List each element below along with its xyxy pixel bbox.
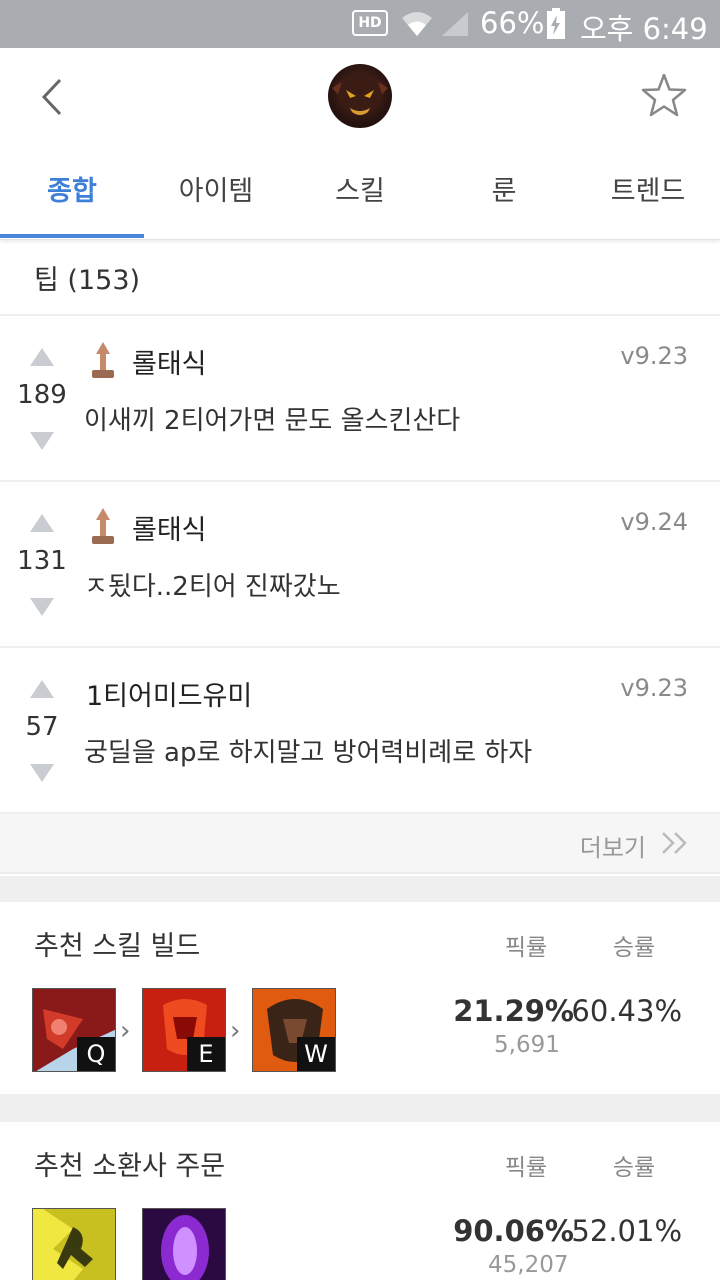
vote-count: 189	[17, 380, 67, 410]
tip-text: ㅈ됬다..2티어 진짜갔노	[84, 572, 341, 602]
skill-key-label: E	[187, 1037, 225, 1071]
summoner-spell-ghost[interactable]	[32, 1208, 116, 1280]
section-divider	[0, 876, 720, 902]
back-arrow-icon[interactable]	[30, 72, 80, 122]
tier-badge-icon	[92, 508, 114, 544]
tab-runes[interactable]: 룬	[432, 156, 576, 240]
hd-icon: HD	[352, 10, 388, 36]
battery-charging-icon	[547, 8, 565, 39]
downvote-icon[interactable]	[30, 432, 54, 450]
tip-text: 궁딜을 ap로 하지말고 방어력비례로 하자	[84, 738, 533, 768]
win-rate: 60.43%	[571, 994, 682, 1028]
tab-items[interactable]: 아이템	[144, 156, 288, 240]
active-tab-indicator	[0, 234, 144, 238]
upvote-icon[interactable]	[30, 514, 54, 532]
skill-build-section: 추천 스킬 빌드 픽률 승률 Q › E › W 21.29% 5,691 60…	[0, 902, 720, 1094]
summoner-spells-section: 추천 소환사 주문 픽률 승률 90.06% 45,207 52.01%	[0, 1122, 720, 1280]
pick-count: 45,207	[488, 1252, 569, 1278]
pick-count: 5,691	[494, 1032, 560, 1058]
summoner-spells-title: 추천 소환사 주문	[34, 1151, 226, 1182]
tier-badge-icon	[92, 342, 114, 378]
tips-count-label: 팁 (153)	[34, 265, 141, 296]
summoner-spell-teleport[interactable]	[142, 1208, 226, 1280]
more-label: 더보기	[579, 834, 646, 862]
pick-rate-header: 픽률	[504, 935, 548, 961]
tab-trends[interactable]: 트렌드	[576, 156, 720, 240]
pick-rate: 90.06%	[453, 1214, 574, 1248]
champion-portrait-icon	[332, 75, 388, 115]
skill-q[interactable]: Q	[32, 988, 116, 1072]
tip-author: 1티어미드유미	[86, 681, 253, 712]
skill-key-label: Q	[77, 1037, 115, 1071]
chevron-right-icon: ›	[230, 1016, 241, 1046]
win-rate-header: 승률	[612, 935, 656, 961]
skill-build-title: 추천 스킬 빌드	[34, 931, 201, 962]
section-divider	[0, 1094, 720, 1122]
upvote-icon[interactable]	[30, 680, 54, 698]
battery-percent: 66%	[480, 6, 545, 40]
downvote-icon[interactable]	[30, 598, 54, 616]
tip-author: 롤태식	[132, 515, 207, 546]
tips-header: 팁 (153)	[0, 240, 720, 316]
win-rate-header: 승률	[612, 1155, 656, 1181]
tip-text: 이새끼 2티어가면 문도 올스킨산다	[84, 406, 461, 436]
champion-avatar	[328, 64, 392, 128]
skill-w[interactable]: W	[252, 988, 336, 1072]
double-chevron-right-icon	[662, 832, 687, 854]
upvote-icon[interactable]	[30, 348, 54, 366]
top-bar	[0, 48, 720, 156]
tip-item: 57 1티어미드유미 v9.23 궁딜을 ap로 하지말고 방어력비례로 하자	[0, 650, 720, 814]
pick-rate: 21.29%	[453, 994, 574, 1028]
ghost-spell-icon	[33, 1209, 115, 1280]
tip-item: 189 롤태식 v9.23 이새끼 2티어가면 문도 올스킨산다	[0, 318, 720, 482]
status-bar: HD 66% 오후 6:49	[0, 0, 720, 48]
vote-count: 131	[17, 546, 67, 576]
tab-skills[interactable]: 스킬	[288, 156, 432, 240]
chevron-right-icon: ›	[120, 1016, 131, 1046]
clock: 오후 6:49	[580, 12, 708, 46]
tip-version: v9.24	[620, 508, 688, 536]
tab-overview[interactable]: 종합	[0, 156, 144, 240]
tip-item: 131 롤태식 v9.24 ㅈ됬다..2티어 진짜갔노	[0, 484, 720, 648]
more-tips-button[interactable]: 더보기	[0, 814, 720, 874]
downvote-icon[interactable]	[30, 764, 54, 782]
tip-author: 롤태식	[132, 349, 207, 380]
teleport-spell-icon	[143, 1209, 225, 1280]
favorite-star-icon[interactable]	[638, 70, 690, 122]
signal-icon	[442, 12, 468, 36]
win-rate: 52.01%	[571, 1214, 682, 1248]
tip-version: v9.23	[620, 342, 688, 370]
pick-rate-header: 픽률	[504, 1155, 548, 1181]
skill-e[interactable]: E	[142, 988, 226, 1072]
wifi-icon	[402, 12, 432, 36]
tip-version: v9.23	[620, 674, 688, 702]
skill-key-label: W	[297, 1037, 335, 1071]
vote-count: 57	[25, 712, 59, 742]
tab-bar: 종합 아이템 스킬 룬 트렌드	[0, 156, 720, 240]
